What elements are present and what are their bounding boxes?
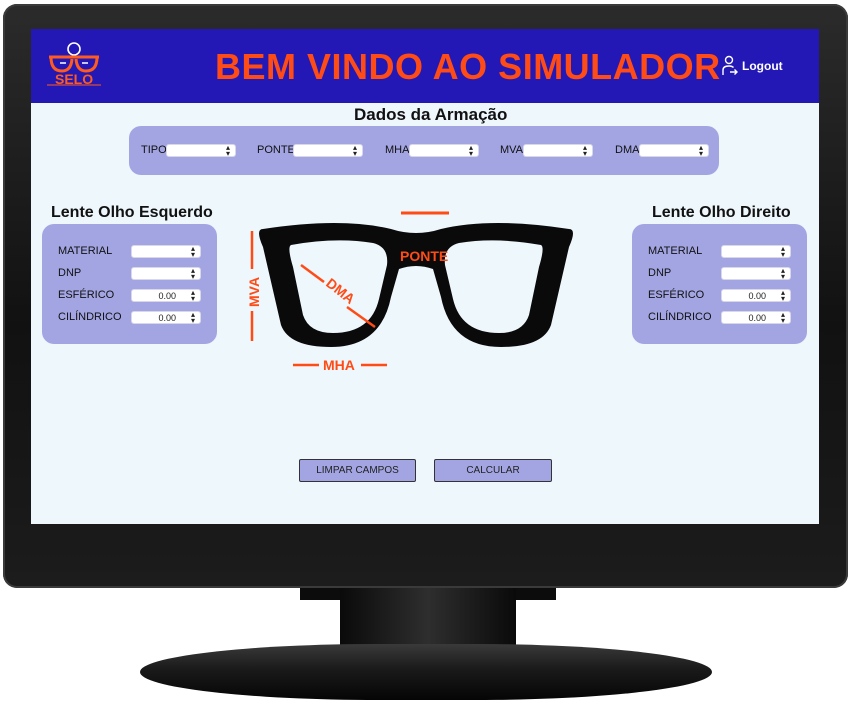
frame-tipo-select[interactable]: ▴ ▾ (166, 143, 236, 158)
frame-mva-label: MVA (500, 144, 524, 156)
glasses-frame-icon (259, 223, 573, 347)
frame-tipo-label: TIPO (141, 144, 167, 156)
mva-label: MVA (246, 277, 262, 307)
frame-ponte-select[interactable]: ▴ ▾ (293, 143, 363, 158)
right-dnp-select[interactable]: ▴ ▾ (721, 266, 791, 281)
frame-dma-select[interactable]: ▴ ▾ (639, 143, 709, 158)
stepper-arrows-icon: ▴ ▾ (780, 288, 785, 303)
select-arrows-icon: ▴ ▾ (190, 266, 195, 281)
page-title: BEM VINDO AO SIMULADOR (215, 46, 721, 87)
logout-label: Logout (742, 59, 783, 73)
clear-fields-button[interactable]: LIMPAR CAMPOS (299, 459, 416, 482)
select-arrows-icon: ▴ ▾ (780, 244, 785, 259)
left-esferico-label: ESFÉRICO (58, 289, 115, 301)
logout-user-icon (722, 55, 738, 75)
mha-label: MHA (323, 357, 355, 373)
left-dnp-label: DNP (58, 267, 82, 279)
left-lens-title: Lente Olho Esquerdo (51, 204, 213, 221)
select-arrows-icon: ▴ ▾ (698, 143, 703, 158)
top-bar: SELO BEM VINDO AO SIMULADOR Logout (31, 29, 819, 103)
logo-text: SELO (55, 71, 94, 87)
left-dnp-select[interactable]: ▴ ▾ (131, 266, 201, 281)
monitor-base (140, 644, 712, 700)
right-lens-panel: MATERIAL ▴ ▾ DNP ▴ ▾ ESFÉRICO 0.00 ▴ ▾ CILÍN… (632, 224, 807, 344)
logout-button[interactable]: Logout (722, 55, 783, 77)
select-arrows-icon: ▴ ▾ (468, 143, 473, 158)
stepper-arrows-icon: ▴ ▾ (190, 288, 195, 303)
right-material-label: MATERIAL (648, 245, 703, 257)
frame-section-title: Dados da Armação (354, 105, 508, 124)
calculate-button[interactable]: CALCULAR (434, 459, 552, 482)
screen: SELO BEM VINDO AO SIMULADOR Logout Dados… (31, 29, 819, 524)
right-material-select[interactable]: ▴ ▾ (721, 244, 791, 259)
frame-panel: TIPO ▴ ▾ PONTE ▴ ▾ MHA ▴ ▾ MVA ▴ ▾ DMA ▴ ▾ (129, 126, 719, 175)
select-arrows-icon: ▴ ▾ (352, 143, 357, 158)
left-lens-panel: MATERIAL ▴ ▾ DNP ▴ ▾ ESFÉRICO 0.00 ▴ ▾ CILÍN… (42, 224, 217, 344)
select-arrows-icon: ▴ ▾ (190, 244, 195, 259)
frame-mva-select[interactable]: ▴ ▾ (523, 143, 593, 158)
left-cilindrico-stepper[interactable]: 0.00 ▴ ▾ (131, 310, 201, 325)
monitor-neck (340, 588, 516, 652)
left-material-select[interactable]: ▴ ▾ (131, 244, 201, 259)
frame-dma-label: DMA (615, 144, 640, 156)
glasses-diagram: PONTE DMA MVA MHA (246, 211, 573, 373)
left-material-label: MATERIAL (58, 245, 113, 257)
select-arrows-icon: ▴ ▾ (225, 143, 230, 158)
dma-label: DMA (323, 275, 358, 307)
left-esferico-stepper[interactable]: 0.00 ▴ ▾ (131, 288, 201, 303)
right-cilindrico-label: CILÍNDRICO (648, 311, 712, 323)
frame-mha-label: MHA (385, 144, 410, 156)
left-cilindrico-label: CILÍNDRICO (58, 311, 122, 323)
ponte-label: PONTE (400, 248, 448, 264)
right-esferico-label: ESFÉRICO (648, 289, 705, 301)
right-cilindrico-stepper[interactable]: 0.00 ▴ ▾ (721, 310, 791, 325)
select-arrows-icon: ▴ ▾ (582, 143, 587, 158)
right-dnp-label: DNP (648, 267, 672, 279)
stepper-arrows-icon: ▴ ▾ (190, 310, 195, 325)
stepper-arrows-icon: ▴ ▾ (780, 310, 785, 325)
frame-ponte-label: PONTE (257, 144, 295, 156)
right-esferico-stepper[interactable]: 0.00 ▴ ▾ (721, 288, 791, 303)
select-arrows-icon: ▴ ▾ (780, 266, 785, 281)
frame-mha-select[interactable]: ▴ ▾ (409, 143, 479, 158)
right-lens-title: Lente Olho Direito (652, 204, 791, 221)
